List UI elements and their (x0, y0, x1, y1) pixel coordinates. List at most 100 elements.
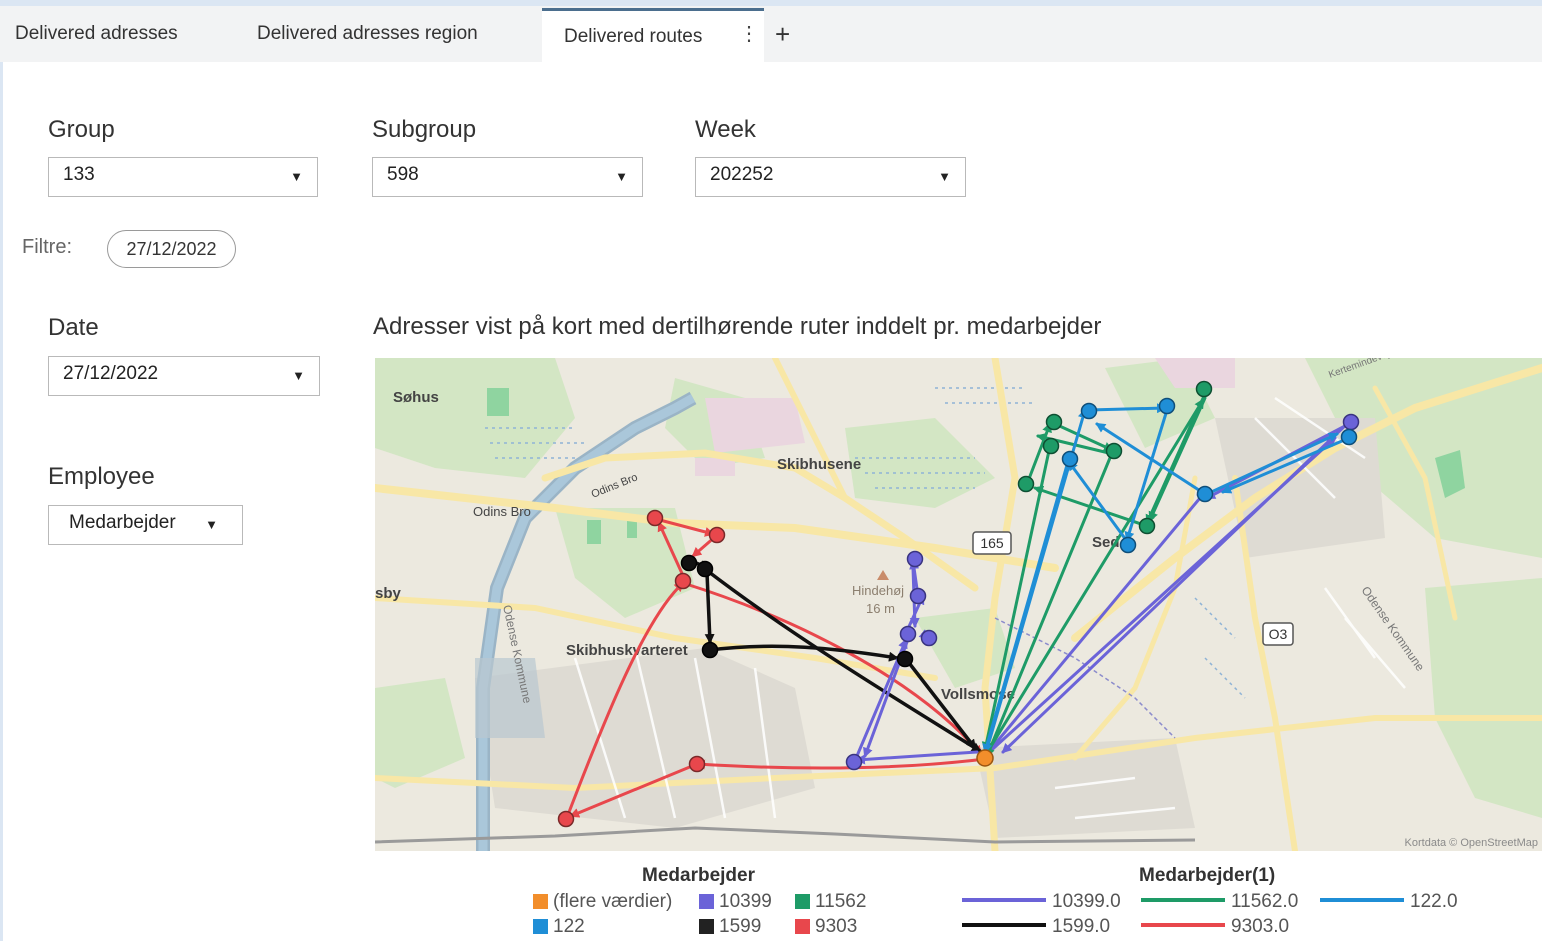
map-point[interactable] (1158, 397, 1176, 415)
week-label: Week (695, 116, 756, 143)
map-point[interactable] (646, 509, 664, 527)
legend-line-swatch (962, 923, 1046, 927)
route-map[interactable]: Søhus Skibhusene Odins Bro Odins Bro sby… (375, 358, 1542, 851)
add-tab-icon[interactable]: + (775, 6, 790, 62)
employee-select[interactable]: Medarbejder ▼ (48, 505, 243, 545)
map-point[interactable] (1017, 475, 1035, 493)
group-select-value: 133 (63, 164, 95, 185)
map-point[interactable] (688, 755, 706, 773)
filter-chip-date[interactable]: 27/12/2022 (107, 230, 236, 268)
week-select-value: 202252 (710, 164, 774, 185)
tab-delivered-routes[interactable]: Delivered routes (542, 8, 764, 64)
map-point[interactable] (1061, 450, 1079, 468)
map-point[interactable] (701, 641, 719, 659)
map-point[interactable] (680, 554, 698, 572)
legend-swatch (533, 919, 548, 934)
points-multiple (976, 749, 994, 767)
svg-text:165: 165 (980, 535, 1004, 551)
legend-swatch (699, 894, 714, 909)
legend-swatch (699, 919, 714, 934)
place-label: 16 m (866, 601, 895, 616)
subgroup-select-value: 598 (387, 164, 419, 185)
date-select-value: 27/12/2022 (63, 363, 159, 384)
legend-label: (flere værdier) (553, 891, 673, 912)
legend-label: 1599 (719, 916, 762, 937)
tab-delivered-adresses-region[interactable]: Delivered adresses region (257, 6, 478, 62)
legend-line-swatch (1141, 923, 1225, 927)
map-point-depot[interactable] (976, 749, 994, 767)
map-point[interactable] (845, 753, 863, 771)
map-title: Adresser vist på kort med dertilhørende … (373, 313, 1102, 340)
chevron-down-icon: ▼ (290, 169, 303, 184)
place-label: sby (375, 585, 402, 602)
place-label: Søhus (393, 389, 439, 406)
map-svg: Søhus Skibhusene Odins Bro Odins Bro sby… (375, 358, 1542, 851)
map-point[interactable] (920, 629, 938, 647)
subgroup-select[interactable]: 598 ▼ (372, 157, 643, 197)
legend-line-swatch (1320, 898, 1404, 902)
legend-label: 122 (553, 916, 585, 937)
employee-label: Employee (48, 463, 155, 490)
map-point[interactable] (909, 587, 927, 605)
map-point[interactable] (906, 550, 924, 568)
date-label: Date (48, 314, 99, 341)
legend-swatch (533, 894, 548, 909)
map-point[interactable] (1342, 413, 1360, 431)
map-point[interactable] (1138, 517, 1156, 535)
place-label: Skibhuskvarteret (566, 642, 688, 659)
legend-line-swatch (1141, 898, 1225, 902)
map-attribution: Kortdata © OpenStreetMap (1405, 837, 1538, 849)
legend-item[interactable]: 9303 (795, 914, 857, 940)
legend-label: 11562.0 (1231, 891, 1299, 912)
legend-item[interactable]: 122.0 (1320, 889, 1458, 915)
map-point[interactable] (1042, 437, 1060, 455)
legend-item[interactable]: 122 (533, 914, 585, 940)
map-point[interactable] (557, 810, 575, 828)
road-shield-165: 165 (972, 531, 1012, 555)
map-point[interactable] (1080, 402, 1098, 420)
tab-delivered-routes-label: Delivered routes (564, 26, 703, 47)
map-point[interactable] (1340, 428, 1358, 446)
legend-item[interactable]: 10399 (699, 889, 772, 915)
map-point[interactable] (1105, 442, 1123, 460)
legend-label: 10399 (719, 891, 772, 912)
tab-bar (0, 6, 1542, 62)
legend-label: 10399.0 (1052, 891, 1121, 912)
employee-select-value: Medarbejder (69, 512, 176, 533)
map-point[interactable] (696, 560, 714, 578)
map-point[interactable] (674, 572, 692, 590)
legend-label: 9303.0 (1231, 916, 1290, 937)
road-shield-o3: O3 (1262, 622, 1294, 646)
week-select[interactable]: 202252 ▼ (695, 157, 966, 197)
map-point[interactable] (899, 625, 917, 643)
subgroup-label: Subgroup (372, 116, 477, 143)
tab-delivered-adresses[interactable]: Delivered adresses (15, 6, 178, 62)
map-point[interactable] (1196, 485, 1214, 503)
legend-item[interactable]: (flere værdier) (533, 889, 672, 915)
legend-lines-title: Medarbejder(1) (1139, 865, 1276, 886)
map-point[interactable] (708, 526, 726, 544)
legend-swatch (795, 894, 810, 909)
legend-item[interactable]: 9303.0 (1141, 914, 1289, 940)
legend-label: 1599.0 (1052, 916, 1111, 937)
group-select[interactable]: 133 ▼ (48, 157, 318, 197)
place-label: Skibhusene (777, 456, 861, 473)
map-point[interactable] (896, 650, 914, 668)
legend-item[interactable]: 11562 (795, 889, 866, 915)
map-point[interactable] (1195, 380, 1213, 398)
legend-points-title: Medarbejder (642, 865, 755, 886)
chevron-down-icon: ▼ (615, 169, 628, 184)
map-point[interactable] (1119, 536, 1137, 554)
legend-swatch (795, 919, 810, 934)
legend-item[interactable]: 1599 (699, 914, 761, 940)
date-select[interactable]: 27/12/2022 ▼ (48, 356, 320, 396)
legend-item[interactable]: 1599.0 (962, 914, 1110, 940)
legend-line-swatch (962, 898, 1046, 902)
legend-item[interactable]: 10399.0 (962, 889, 1121, 915)
svg-text:O3: O3 (1269, 626, 1288, 642)
left-accent-bar (0, 62, 3, 941)
legend-item[interactable]: 11562.0 (1141, 889, 1298, 915)
map-point[interactable] (1045, 413, 1063, 431)
chevron-down-icon: ▼ (938, 169, 951, 184)
tab-menu-icon[interactable]: ⋮ (739, 8, 759, 60)
